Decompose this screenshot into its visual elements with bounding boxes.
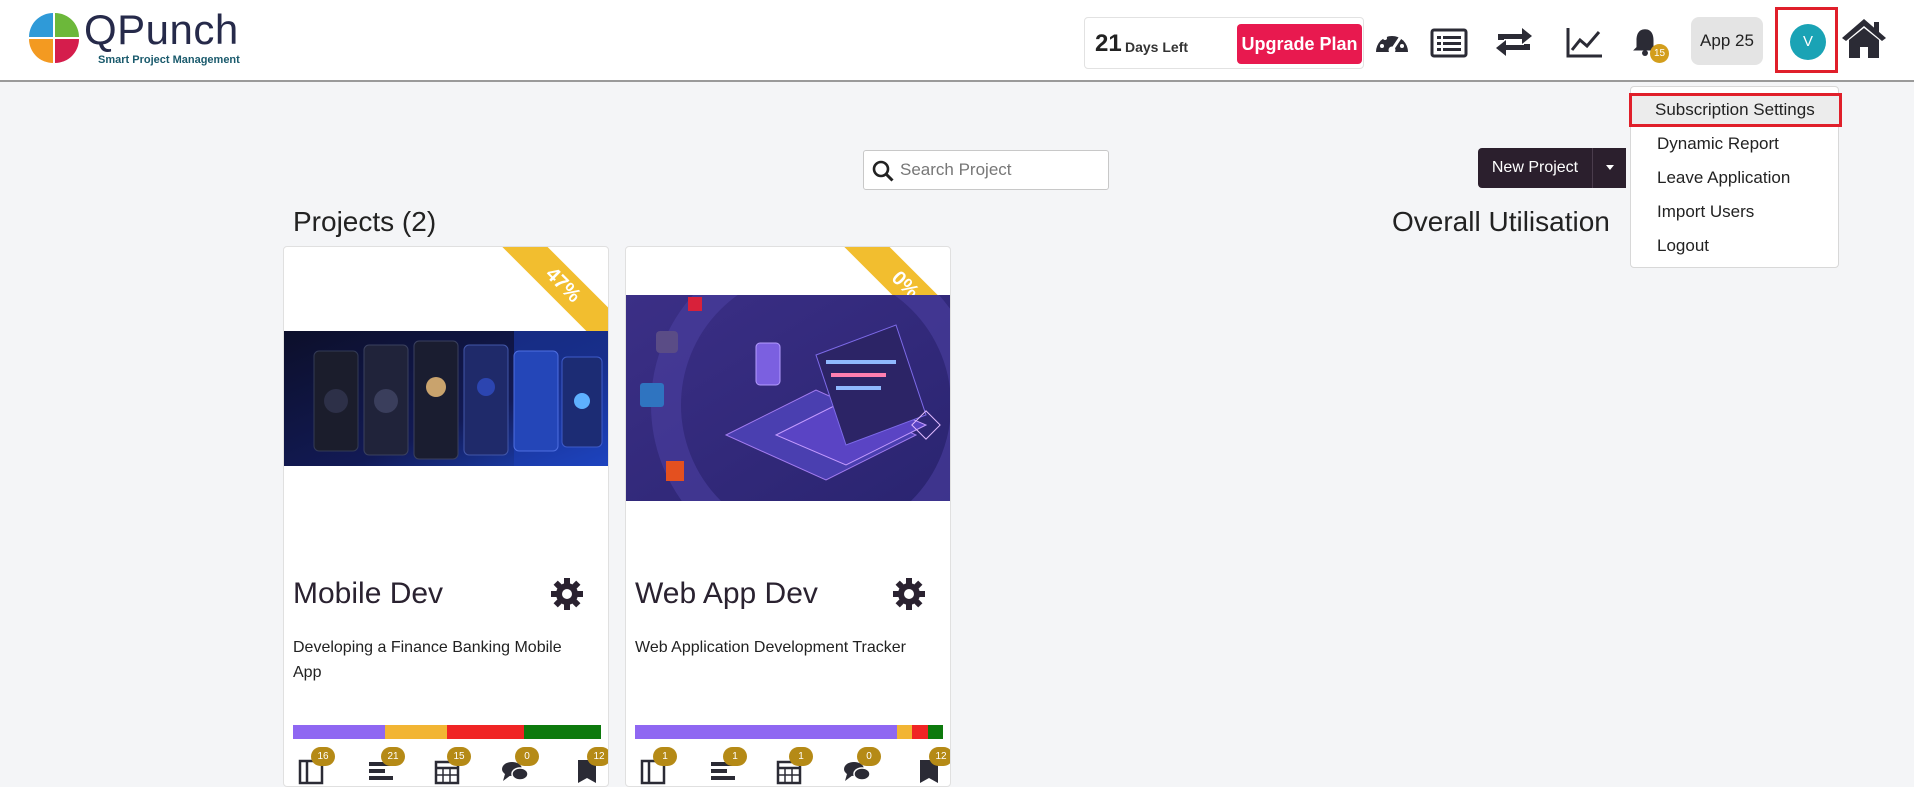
progress-segment xyxy=(912,725,928,739)
menu-item-dynamic-report[interactable]: Dynamic Report xyxy=(1631,127,1838,161)
book-icon[interactable]: 16 xyxy=(293,747,341,786)
count-badge: 12 xyxy=(587,747,608,766)
avatar: V xyxy=(1790,24,1826,60)
gear-icon[interactable] xyxy=(892,577,926,611)
home-icon[interactable] xyxy=(1840,16,1888,60)
progress-segment xyxy=(635,725,897,739)
search-icon xyxy=(872,160,894,182)
app-switcher-button[interactable]: App 25 xyxy=(1691,17,1763,65)
calendar-icon[interactable]: 15 xyxy=(429,747,477,786)
trial-days: 21 xyxy=(1095,30,1122,57)
search-box xyxy=(863,150,1109,190)
overall-utilisation-heading: Overall Utilisation xyxy=(1392,206,1610,237)
dashboard-icon[interactable] xyxy=(1372,22,1412,62)
chart-line-icon[interactable] xyxy=(1564,22,1604,62)
tasks-icon[interactable]: 1 xyxy=(705,747,753,786)
logo[interactable]: QPunch Smart Project Management xyxy=(28,6,258,72)
menu-item-import-users[interactable]: Import Users xyxy=(1631,195,1838,229)
count-badge: 1 xyxy=(789,747,813,766)
count-badge: 16 xyxy=(311,747,335,766)
project-thumbnail xyxy=(284,331,608,466)
project-card-web-app-dev[interactable]: 0% Web App Dev Web Application Developme… xyxy=(625,246,951,787)
upgrade-plan-button[interactable]: Upgrade Plan xyxy=(1237,24,1362,64)
notification-count-badge: 15 xyxy=(1650,44,1669,63)
count-badge: 15 xyxy=(447,747,471,766)
search-input[interactable] xyxy=(900,155,1100,185)
project-description: Web Application Development Tracker xyxy=(635,639,906,656)
count-badge: 1 xyxy=(653,747,677,766)
bookmark-icon[interactable]: 12 xyxy=(911,747,950,786)
count-badge: 21 xyxy=(381,747,405,766)
project-progress-bar xyxy=(635,725,943,739)
project-stats: 1 1 1 0 12 xyxy=(635,747,950,786)
count-badge: 12 xyxy=(929,747,950,766)
project-title[interactable]: Mobile Dev xyxy=(293,577,443,611)
book-icon[interactable]: 1 xyxy=(635,747,683,786)
tasks-icon[interactable]: 21 xyxy=(363,747,411,786)
menu-item-subscription-settings[interactable]: Subscription Settings xyxy=(1629,93,1842,127)
comments-icon[interactable]: 0 xyxy=(839,747,887,786)
logo-icon xyxy=(29,13,79,63)
brand-name: QPunch xyxy=(84,6,239,53)
count-badge: 1 xyxy=(723,747,747,766)
count-badge: 0 xyxy=(515,747,539,766)
user-avatar-button[interactable]: V xyxy=(1775,7,1838,73)
project-stats: 16 21 15 0 12 xyxy=(293,747,608,786)
project-progress-bar xyxy=(293,725,601,739)
trial-days-label: Days Left xyxy=(1125,39,1189,55)
list-icon[interactable] xyxy=(1429,22,1469,62)
sync-icon[interactable] xyxy=(1494,22,1534,62)
count-badge: 0 xyxy=(857,747,881,766)
menu-item-leave-application[interactable]: Leave Application xyxy=(1631,161,1838,195)
projects-heading: Projects (2) xyxy=(293,206,437,237)
user-menu: Subscription Settings Dynamic Report Lea… xyxy=(1629,86,1842,268)
bookmark-icon[interactable]: 12 xyxy=(569,747,608,786)
progress-segment xyxy=(896,725,913,739)
top-bar: QPunch Smart Project Management 21 Days … xyxy=(0,0,1914,82)
progress-segment xyxy=(446,725,524,739)
project-title[interactable]: Web App Dev xyxy=(635,577,818,611)
project-description: Developing a Finance Banking Mobile App xyxy=(293,639,562,681)
brand-tagline: Smart Project Management xyxy=(98,54,240,66)
progress-segment xyxy=(293,725,386,739)
calendar-icon[interactable]: 1 xyxy=(771,747,819,786)
project-card-mobile-dev[interactable]: 47% Mobile Dev Developing a Finance Bank… xyxy=(283,246,609,787)
new-project-dropdown-caret[interactable] xyxy=(1592,148,1626,188)
progress-segment xyxy=(385,725,447,739)
gear-icon[interactable] xyxy=(550,577,584,611)
project-thumbnail xyxy=(626,295,950,501)
trial-box: 21 Days Left Upgrade Plan xyxy=(1084,17,1364,69)
menu-item-logout[interactable]: Logout xyxy=(1631,229,1838,263)
comments-icon[interactable]: 0 xyxy=(497,747,545,786)
progress-segment xyxy=(927,725,943,739)
progress-segment xyxy=(523,725,601,739)
